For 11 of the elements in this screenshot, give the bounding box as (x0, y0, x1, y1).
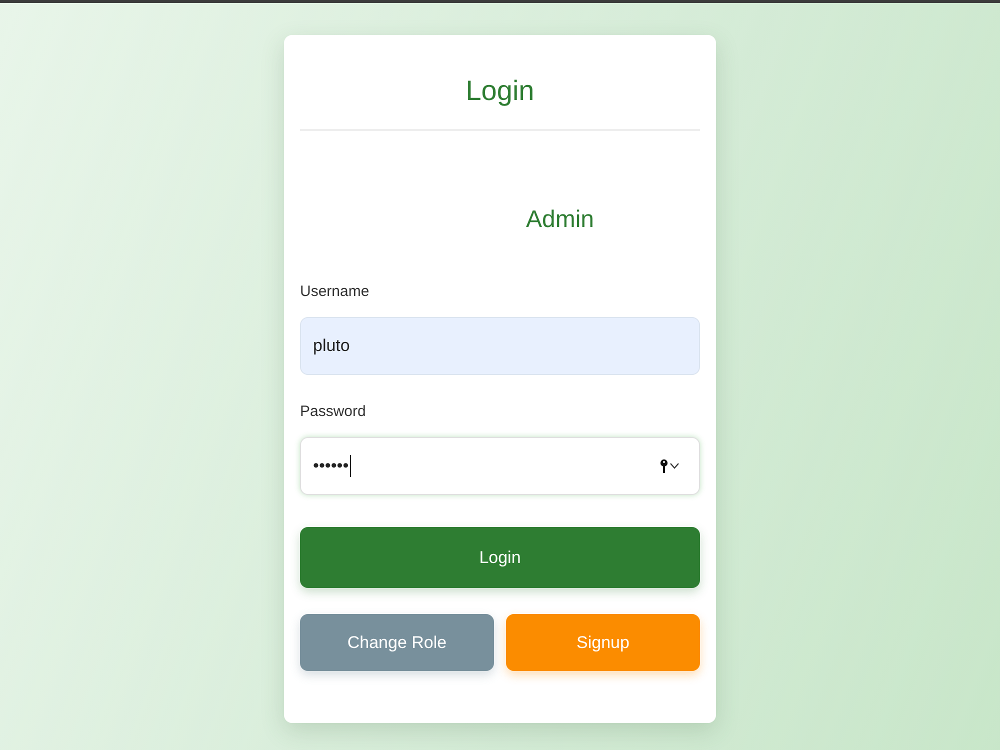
text-cursor (350, 455, 351, 477)
role-heading: Admin (526, 205, 594, 235)
field-label: Username (300, 282, 370, 302)
card-title: Login (464, 74, 536, 108)
change-role-button[interactable]: Change Role (300, 614, 494, 671)
chevron-down-icon[interactable] (670, 463, 679, 469)
password-field[interactable]: •••••• (300, 437, 700, 495)
key-icon[interactable] (660, 459, 668, 473)
username-field[interactable]: pluto (300, 317, 700, 375)
field-label: Password (300, 402, 367, 422)
login-button[interactable]: Login (300, 527, 700, 588)
